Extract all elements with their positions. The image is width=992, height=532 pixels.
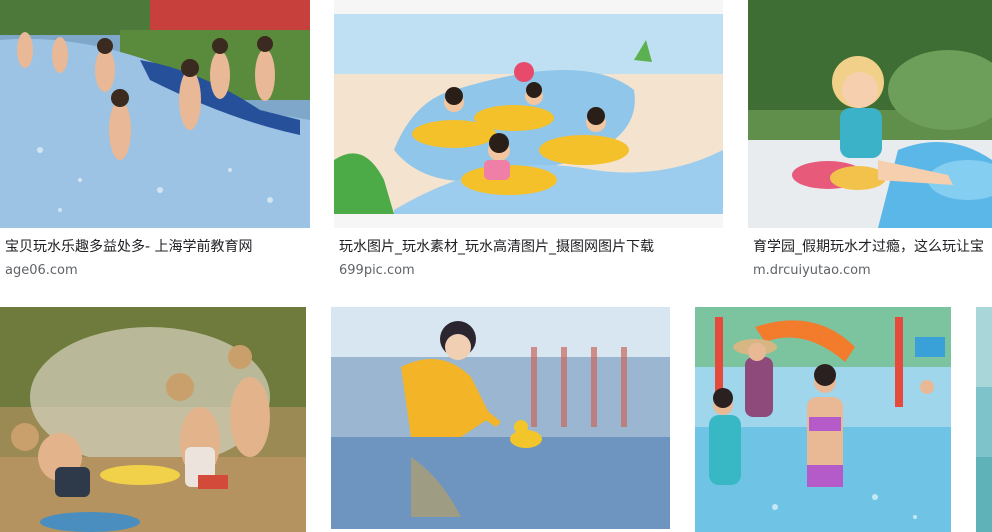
partial-pool-image	[976, 307, 992, 532]
result-card-7[interactable]	[976, 307, 992, 532]
cartoon-water-slide-image	[334, 0, 723, 228]
result-card-1[interactable]: 宝贝玩水乐趣多益处多- 上海学前教育网 age06.com	[0, 0, 310, 290]
toddlers-pool-image	[0, 0, 310, 228]
girl-splash-image	[748, 0, 992, 228]
result-thumbnail-7[interactable]	[976, 307, 992, 532]
result-card-6[interactable]	[695, 307, 951, 532]
result-caption-3[interactable]: 育学园_假期玩水才过瘾，这么玩让宝	[753, 238, 992, 256]
result-card-3[interactable]: 育学园_假期玩水才过瘾，这么玩让宝 m.drcuiyutao.com	[748, 0, 992, 290]
result-thumbnail-3[interactable]	[748, 0, 992, 228]
result-thumbnail-2[interactable]	[334, 0, 723, 228]
result-caption-2[interactable]: 玩水图片_玩水素材_玩水高清图片_摄图网图片下载	[339, 238, 719, 256]
result-thumbnail-4[interactable]	[0, 307, 306, 532]
result-card-4[interactable]	[0, 307, 306, 532]
result-thumbnail-1[interactable]	[0, 0, 310, 228]
result-thumbnail-6[interactable]	[695, 307, 951, 532]
raincoat-girl-image	[331, 307, 670, 529]
result-source-2[interactable]: 699pic.com	[339, 263, 415, 279]
result-source-1[interactable]: age06.com	[5, 263, 78, 279]
result-card-2[interactable]: 玩水图片_玩水素材_玩水高清图片_摄图网图片下载 699pic.com	[334, 0, 724, 290]
water-park-image	[695, 307, 951, 532]
result-caption-1[interactable]: 宝贝玩水乐趣多益处多- 上海学前教育网	[5, 238, 305, 256]
result-card-5[interactable]	[331, 307, 670, 529]
result-thumbnail-5[interactable]	[331, 307, 670, 529]
sprinkler-kids-image	[0, 307, 306, 532]
result-source-3[interactable]: m.drcuiyutao.com	[753, 263, 871, 279]
